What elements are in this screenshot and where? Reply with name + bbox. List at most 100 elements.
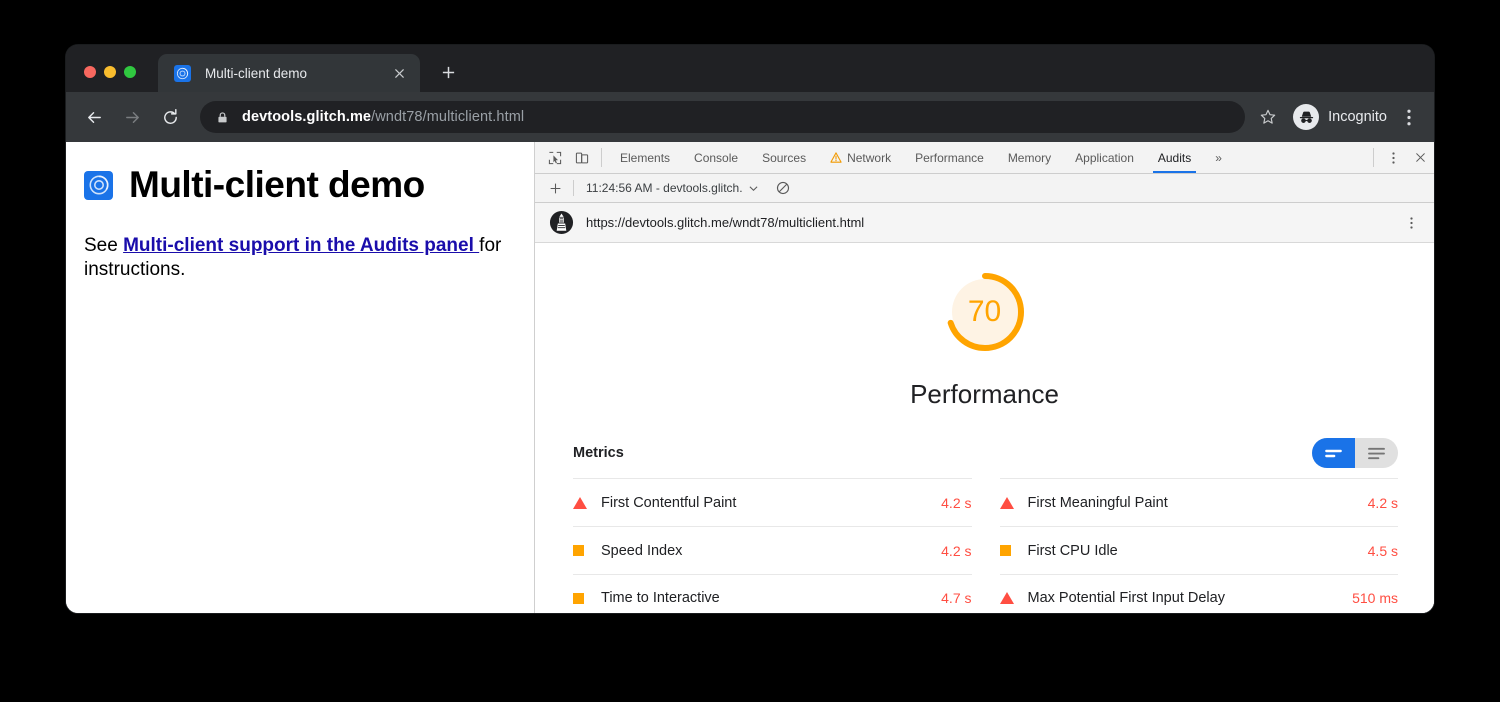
tab-application[interactable]: Application	[1063, 142, 1146, 173]
close-window-button[interactable]	[84, 66, 96, 78]
tab-sources[interactable]: Sources	[750, 142, 818, 173]
metric-name: Time to Interactive	[601, 590, 931, 606]
tab-network[interactable]: Network	[818, 142, 903, 173]
reload-button[interactable]	[152, 99, 188, 135]
metric-status-icon	[573, 593, 601, 604]
performance-score: 70	[942, 269, 1028, 355]
three-dot-menu-icon[interactable]	[1380, 142, 1407, 173]
tab-elements[interactable]: Elements	[608, 142, 682, 173]
audits-docs-link[interactable]: Multi-client support in the Audits panel	[123, 235, 479, 256]
page-paragraph: See Multi-client support in the Audits p…	[84, 234, 504, 283]
clear-all-icon[interactable]	[770, 181, 796, 195]
chevron-double-right-icon: »	[1215, 151, 1222, 165]
incognito-icon	[1293, 104, 1319, 130]
profile-label: Incognito	[1328, 109, 1387, 125]
url-host: devtools.glitch.me	[242, 109, 371, 125]
back-button[interactable]	[76, 99, 112, 135]
performance-gauge: 70	[942, 269, 1028, 355]
metric-status-icon	[1000, 497, 1028, 509]
metrics-column-right: First Meaningful Paint 4.2 s First CPU I…	[1000, 478, 1399, 613]
tab-label: Memory	[1008, 151, 1051, 165]
metric-value: 4.7 s	[931, 590, 971, 606]
lighthouse-url: https://devtools.glitch.me/wndt78/multic…	[586, 215, 1400, 230]
three-dot-menu-icon[interactable]	[1396, 102, 1422, 132]
tab-overflow-button[interactable]: »	[1203, 142, 1234, 173]
browser-tab[interactable]: Multi-client demo	[158, 54, 420, 92]
address-bar-url: devtools.glitch.me/wndt78/multiclient.ht…	[242, 109, 524, 125]
audit-run-dropdown[interactable]: 11:24:56 AM - devtools.glitch.	[580, 178, 764, 199]
metric-status-icon	[573, 497, 601, 509]
tab-console[interactable]: Console	[682, 142, 750, 173]
metric-value: 4.2 s	[1358, 495, 1398, 511]
metric-name: Speed Index	[601, 543, 931, 559]
metrics-header: Metrics	[573, 438, 1398, 468]
audits-subbar: 11:24:56 AM - devtools.glitch.	[535, 174, 1434, 203]
tab-strip: Multi-client demo	[66, 45, 1434, 92]
address-bar[interactable]: devtools.glitch.me/wndt78/multiclient.ht…	[200, 101, 1245, 133]
page-heading-row: Multi-client demo	[84, 164, 506, 206]
metrics-view-toggle[interactable]	[1312, 438, 1398, 468]
tab-audits[interactable]: Audits	[1146, 142, 1203, 173]
metric-name: First CPU Idle	[1028, 543, 1358, 559]
toolbar-divider	[573, 180, 574, 196]
tab-label: Network	[847, 151, 891, 165]
metrics-column-left: First Contentful Paint 4.2 s Speed Index…	[573, 478, 972, 613]
lighthouse-icon	[549, 210, 574, 235]
audit-run-label: 11:24:56 AM - devtools.glitch.	[586, 181, 743, 195]
window-controls	[66, 66, 136, 92]
browser-toolbar: devtools.glitch.me/wndt78/multiclient.ht…	[66, 92, 1434, 142]
forward-button[interactable]	[114, 99, 150, 135]
page-title: Multi-client demo	[129, 164, 425, 206]
tab-memory[interactable]: Memory	[996, 142, 1063, 173]
performance-score-block: 70 Performance	[535, 269, 1434, 410]
browser-window: Multi-client demo	[66, 45, 1434, 613]
tab-label: Audits	[1158, 151, 1191, 165]
metric-value: 4.5 s	[1358, 543, 1398, 559]
tab-label: Sources	[762, 151, 806, 165]
three-dot-menu-icon[interactable]	[1400, 216, 1422, 230]
screen-root: Multi-client demo	[0, 0, 1500, 702]
metric-value: 510 ms	[1342, 590, 1398, 606]
lighthouse-url-bar: https://devtools.glitch.me/wndt78/multic…	[535, 203, 1434, 243]
inspect-element-icon[interactable]	[541, 142, 568, 173]
close-icon[interactable]	[388, 62, 410, 84]
metric-status-icon	[1000, 592, 1028, 604]
tab-label: Elements	[620, 151, 670, 165]
table-row[interactable]: Time to Interactive 4.7 s	[573, 574, 972, 613]
web-page-pane: Multi-client demo See Multi-client suppo…	[66, 142, 535, 613]
close-icon[interactable]	[1407, 142, 1434, 173]
chrome-devtools-icon	[84, 171, 113, 200]
table-row[interactable]: First CPU Idle 4.5 s	[1000, 526, 1399, 574]
lighthouse-report: 70 Performance Metrics	[535, 243, 1434, 613]
toggle-detailed-view[interactable]	[1355, 438, 1398, 468]
table-row[interactable]: Speed Index 4.2 s	[573, 526, 972, 574]
device-toolbar-icon[interactable]	[568, 142, 595, 173]
metric-name: Max Potential First Input Delay	[1028, 590, 1343, 606]
lock-icon	[216, 111, 229, 124]
metric-status-icon	[1000, 545, 1028, 556]
new-tab-button[interactable]	[433, 57, 463, 87]
table-row[interactable]: Max Potential First Input Delay 510 ms	[1000, 574, 1399, 613]
warning-icon	[830, 152, 842, 163]
metric-name: First Meaningful Paint	[1028, 495, 1358, 511]
chevron-down-icon	[749, 185, 758, 192]
new-audit-button[interactable]	[543, 182, 567, 195]
chrome-devtools-icon	[174, 65, 191, 82]
toggle-simple-view[interactable]	[1312, 438, 1355, 468]
tab-title: Multi-client demo	[205, 66, 388, 81]
tab-label: Console	[694, 151, 738, 165]
metric-status-icon	[573, 545, 601, 556]
tab-performance[interactable]: Performance	[903, 142, 996, 173]
devtools-pane: Elements Console Sources Network Perform…	[535, 142, 1434, 613]
bookmark-star-icon[interactable]	[1253, 102, 1283, 132]
minimize-window-button[interactable]	[104, 66, 116, 78]
metrics-title: Metrics	[573, 445, 624, 461]
table-row[interactable]: First Contentful Paint 4.2 s	[573, 478, 972, 526]
profile-chip[interactable]: Incognito	[1293, 104, 1387, 130]
metric-value: 4.2 s	[931, 495, 971, 511]
content-area: Multi-client demo See Multi-client suppo…	[66, 142, 1434, 613]
metric-value: 4.2 s	[931, 543, 971, 559]
url-path: /wndt78/multiclient.html	[371, 109, 524, 125]
table-row[interactable]: First Meaningful Paint 4.2 s	[1000, 478, 1399, 526]
maximize-window-button[interactable]	[124, 66, 136, 78]
